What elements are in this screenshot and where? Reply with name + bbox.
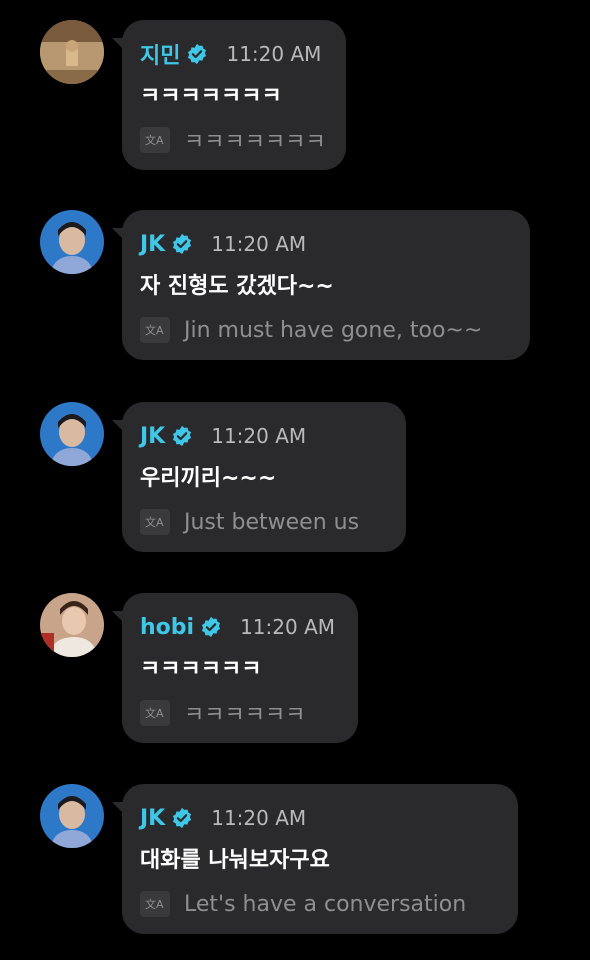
message-bubble[interactable]: JK 11:20 AM 우리끼리~~~ 文A Just between us: [112, 402, 406, 552]
message-time: 11:20 AM: [211, 806, 307, 830]
verified-badge-icon: [171, 425, 193, 447]
message-text: ㅋㅋㅋㅋㅋㅋㅋ: [140, 84, 282, 109]
translation-text: Jin must have gone, too~~: [184, 317, 483, 343]
sender-name[interactable]: JK: [140, 424, 165, 449]
translation-text: ㅋㅋㅋㅋㅋㅋㅋ: [184, 130, 326, 155]
svg-text:文A: 文A: [145, 515, 164, 529]
jimin-avatar[interactable]: [40, 20, 104, 84]
translation-text: Let's have a conversation: [184, 891, 467, 917]
message-text: ㅋㅋㅋㅋㅋㅋ: [140, 657, 262, 682]
message-text: 대화를 나눠보자구요: [140, 848, 330, 873]
svg-text:文A: 文A: [145, 323, 164, 337]
message-bubble[interactable]: JK 11:20 AM 자 진형도 갔겠다~~ 文A Jin must have…: [112, 210, 530, 360]
svg-text:文A: 文A: [145, 706, 164, 720]
svg-text:文A: 文A: [145, 897, 164, 911]
translate-icon: 文A: [140, 891, 170, 917]
message-text: 우리끼리~~~: [140, 466, 277, 491]
translation-text: Just between us: [184, 509, 360, 535]
translation-text: ㅋㅋㅋㅋㅋㅋ: [184, 703, 306, 728]
jk-avatar[interactable]: [40, 402, 104, 466]
translate-icon: 文A: [140, 317, 170, 343]
verified-badge-icon: [200, 616, 222, 638]
jk-avatar[interactable]: [40, 210, 104, 274]
message-bubble[interactable]: JK 11:20 AM 대화를 나눠보자구요 文A Let's have a c…: [112, 784, 518, 934]
verified-badge-icon: [186, 43, 208, 65]
sender-name[interactable]: 지민: [140, 38, 180, 70]
message-time: 11:20 AM: [240, 615, 336, 639]
message-time: 11:20 AM: [211, 424, 307, 448]
translate-icon: 文A: [140, 509, 170, 535]
verified-badge-icon: [171, 233, 193, 255]
jk-avatar[interactable]: [40, 784, 104, 848]
message-time: 11:20 AM: [226, 42, 322, 66]
message-bubble[interactable]: 지민 11:20 AM ㅋㅋㅋㅋㅋㅋㅋ 文A ㅋㅋㅋㅋㅋㅋㅋ: [112, 20, 346, 170]
svg-text:文A: 文A: [145, 133, 164, 147]
sender-name[interactable]: JK: [140, 806, 165, 831]
verified-badge-icon: [171, 807, 193, 829]
sender-name[interactable]: JK: [140, 232, 165, 257]
message-text: 자 진형도 갔겠다~~: [140, 274, 334, 299]
sender-name[interactable]: hobi: [140, 615, 194, 640]
translate-icon: 文A: [140, 127, 170, 153]
message-bubble[interactable]: hobi 11:20 AM ㅋㅋㅋㅋㅋㅋ 文A ㅋㅋㅋㅋㅋㅋ: [112, 593, 358, 743]
hobi-avatar[interactable]: [40, 593, 104, 657]
message-time: 11:20 AM: [211, 232, 307, 256]
translate-icon: 文A: [140, 700, 170, 726]
